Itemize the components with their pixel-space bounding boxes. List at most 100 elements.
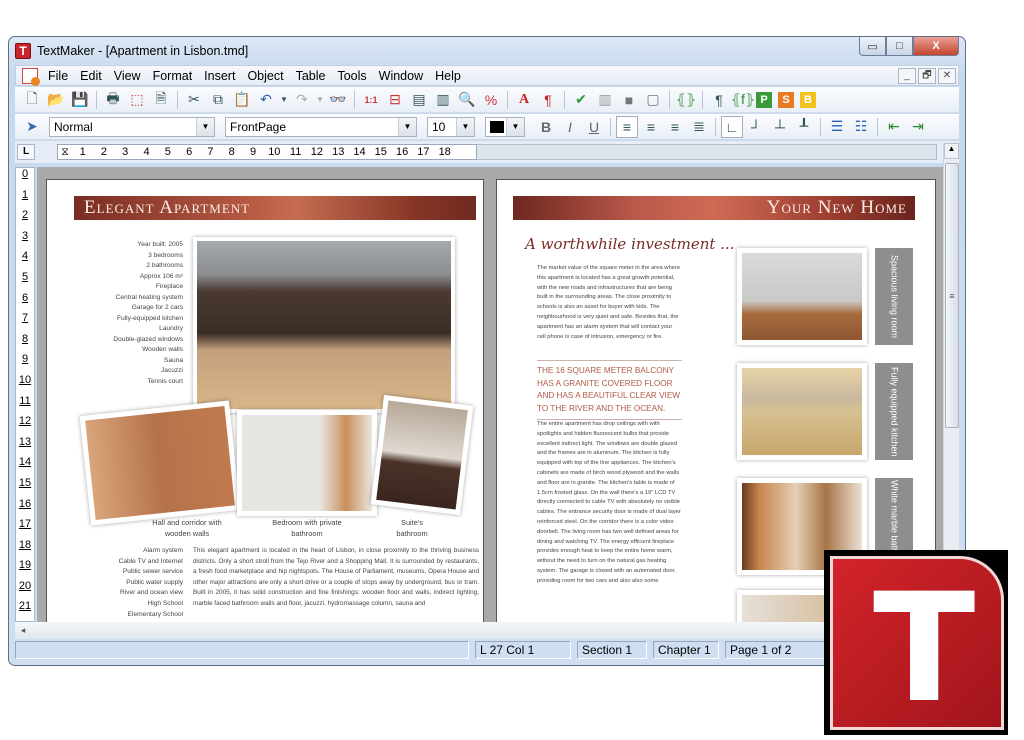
menu-help[interactable]: Help [429,69,467,83]
hall-photo[interactable] [79,400,241,526]
right-tab-button[interactable]: ┘ [745,116,767,138]
field-shading-icon[interactable]: ⦃f⦄ [731,89,755,111]
align-left-button[interactable]: ≡ [616,115,638,138]
formatting-marks-icon[interactable]: ¶ [708,89,730,111]
ruler-tick-label: 21 [18,600,32,613]
page-width-icon[interactable]: ⊟ [384,89,406,111]
zoom-percent-icon[interactable]: % [480,89,502,111]
increase-indent-button[interactable]: ⇥ [907,116,929,138]
document-canvas[interactable]: Elegant Apartment Year built: 2005 3 bedr… [37,167,945,622]
menu-table[interactable]: Table [290,69,332,83]
find-binoculars-icon[interactable]: 👓 [327,89,349,111]
align-center-button[interactable]: ≡ [664,116,686,138]
basicmaker-icon[interactable]: B [800,91,816,108]
scroll-left-icon[interactable]: ◂ [15,622,31,638]
spell-check-icon[interactable]: ✔ [570,89,592,111]
new-document-icon[interactable]: 🗋 [21,89,43,111]
doc-minimize-button[interactable]: _ [898,67,916,84]
redo-dropdown-icon[interactable]: ▼ [315,89,325,111]
paragraph-format-icon[interactable]: ¶ [537,89,559,111]
vertical-ruler[interactable]: 0 1 2 3 4 5 6 7 8 9 10 11 12 13 14 15 16 17 18 19 20 21 [15,167,35,622]
chevron-down-icon[interactable]: ▼ [506,117,524,136]
select-pointer-icon[interactable]: ➤ [21,116,43,138]
bold-button[interactable]: B [535,116,557,138]
undo-icon[interactable]: ↶ [255,89,277,111]
paragraph-style-select[interactable]: Normal ▼ [49,116,215,137]
gallery-tag-kitchen: Fully equipped kitchen [875,363,913,460]
doc-restore-button[interactable]: 🗗 [918,67,936,84]
chart-icon[interactable]: ▥ [594,89,616,111]
scroll-up-icon[interactable]: ▲ [944,143,959,159]
decimal-tab-button[interactable]: ┸ [793,116,815,138]
feature-item: 2 bathrooms [146,262,183,269]
doc-close-button[interactable]: ✕ [938,67,956,84]
italic-button[interactable]: I [559,116,581,138]
chevron-down-icon[interactable]: ▼ [456,117,474,136]
menu-insert[interactable]: Insert [198,69,241,83]
toolbar-separator [610,117,611,136]
tab-type-selector[interactable]: L [17,144,35,160]
close-button[interactable]: X [913,37,959,56]
indent-marker-icon[interactable]: ⧖ [58,146,72,159]
zoom-100-icon[interactable]: 1:1 [360,89,382,111]
frame-icon[interactable]: ▢ [642,89,664,111]
decrease-indent-button[interactable]: ⇤ [883,116,905,138]
justify-button[interactable]: ≣ [688,116,710,138]
print-icon[interactable]: 🖶 [102,89,124,111]
menu-window[interactable]: Window [373,69,429,83]
save-icon[interactable]: 💾 [69,89,91,111]
export-pdf-icon[interactable]: ⬚ [126,89,148,111]
open-folder-icon[interactable]: 📂 [45,89,67,111]
field-icon[interactable]: ⦃⦄ [675,89,697,111]
bullets-button[interactable]: ☰ [826,116,848,138]
center-tab-button[interactable]: ┴ [769,116,791,138]
character-format-icon[interactable]: A [513,89,535,111]
left-tab-button[interactable]: ∟ [721,115,743,138]
align-right-button[interactable]: ≡ [640,116,662,138]
horizontal-ruler[interactable]: ⧖ 1 2 3 4 5 6 7 8 9 10 11 12 13 14 15 16 17 18 [57,144,477,160]
menu-object[interactable]: Object [241,69,289,83]
two-pages-icon[interactable]: ▥ [432,89,454,111]
paste-icon[interactable]: 📋 [231,89,253,111]
minimize-button[interactable]: ▭ [859,37,886,56]
presentations-icon[interactable]: P [756,91,772,108]
title-bar: T TextMaker - [Apartment in Lisbon.tmd] … [9,37,965,65]
scroll-thumb[interactable]: ≡ [945,163,959,428]
menu-view[interactable]: View [108,69,147,83]
status-chapter: Chapter 1 [653,641,719,659]
maximize-button[interactable]: □ [886,37,913,56]
full-page-icon[interactable]: ▤ [408,89,430,111]
font-select[interactable]: FrontPage ▼ [225,116,417,137]
redo-icon[interactable]: ↷ [291,89,313,111]
menu-tools[interactable]: Tools [331,69,372,83]
chevron-down-icon[interactable]: ▼ [398,117,416,136]
text-color-select[interactable]: ▼ [485,116,525,137]
suite-bathroom-photo[interactable] [370,394,474,516]
menu-file[interactable]: File [42,69,74,83]
ruler-tick-label: 10 [268,146,281,158]
shading-icon[interactable]: ■ [618,89,640,111]
menu-format[interactable]: Format [147,69,199,83]
living-room-gallery-photo[interactable] [737,248,867,345]
kitchen-gallery-photo[interactable] [737,363,867,460]
chevron-down-icon[interactable]: ▼ [196,117,214,136]
toolbar-separator [177,90,178,109]
textmaker-app-icon[interactable]: T [15,43,31,59]
font-size-select[interactable]: 10 ▼ [427,116,475,137]
living-room-photo[interactable] [193,237,455,413]
undo-dropdown-icon[interactable]: ▼ [279,89,289,111]
copy-icon[interactable]: ⧉ [207,89,229,111]
document-icon[interactable] [22,67,40,86]
planmaker-icon[interactable]: S [778,91,794,108]
cut-icon[interactable]: ✂ [183,89,205,111]
window-title: TextMaker - [Apartment in Lisbon.tmd] [37,44,249,58]
print-preview-icon[interactable]: 🗎 [150,89,172,111]
bedroom-photo[interactable] [237,410,377,516]
menu-edit[interactable]: Edit [74,69,108,83]
underline-button[interactable]: U [583,116,605,138]
zoom-icon[interactable]: 🔍 [456,89,478,111]
status-position: L 27 Col 1 [475,641,571,659]
horizontal-scrollbar[interactable]: ◂ [15,622,945,639]
numbering-button[interactable]: ☷ [850,116,872,138]
page-left[interactable]: Elegant Apartment Year built: 2005 3 bedr… [46,179,484,622]
